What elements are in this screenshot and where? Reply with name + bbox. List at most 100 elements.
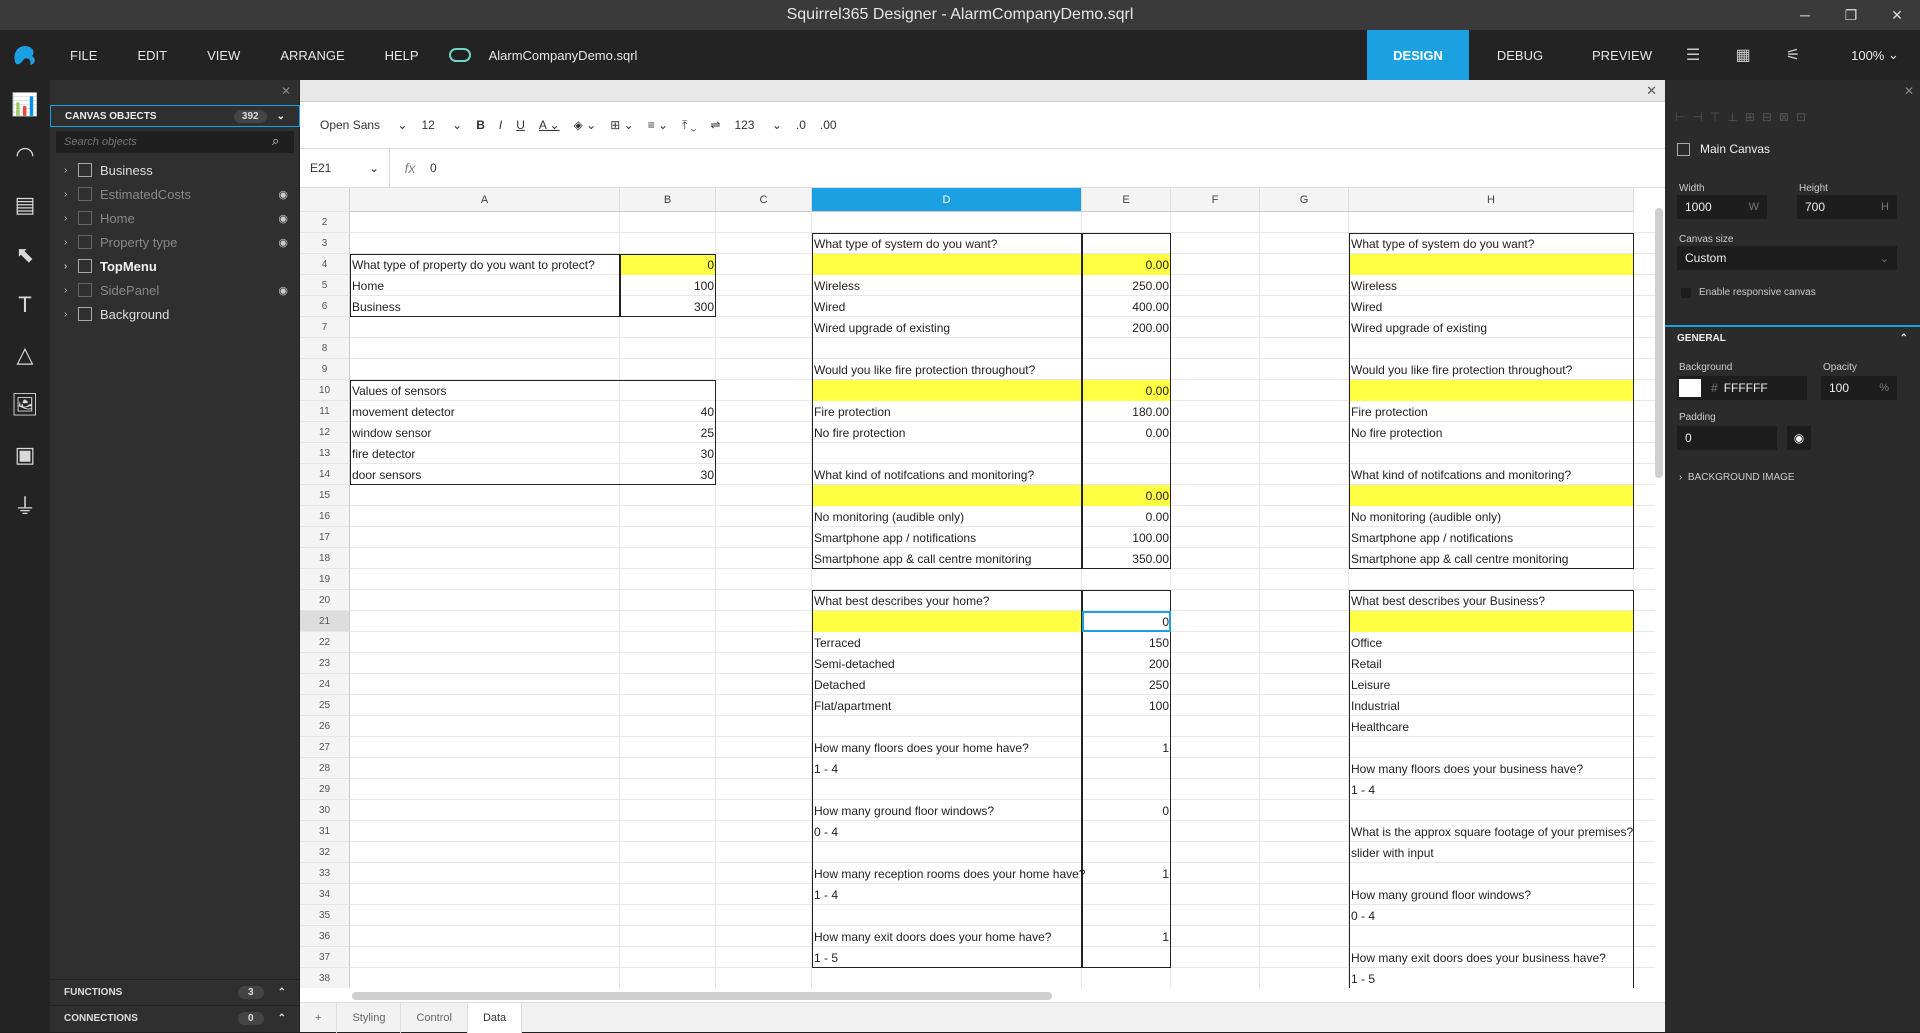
cell[interactable]: How many floors does your business have? xyxy=(1349,758,1634,779)
column-header[interactable]: C xyxy=(716,188,812,212)
cell[interactable]: 1 - 5 xyxy=(1349,968,1634,988)
menu-view[interactable]: VIEW xyxy=(187,30,260,80)
row-header[interactable]: 22 xyxy=(300,632,350,653)
underline-icon[interactable]: U xyxy=(516,118,525,132)
functions-section[interactable]: FUNCTIONS 3 ⌃ xyxy=(50,979,300,1005)
cell[interactable]: Business xyxy=(350,296,620,317)
image-icon[interactable]: 🖼 xyxy=(0,380,50,430)
row-header[interactable]: 19 xyxy=(300,569,350,590)
italic-icon[interactable]: I xyxy=(499,118,502,132)
row-header[interactable]: 12 xyxy=(300,422,350,443)
row-header[interactable]: 8 xyxy=(300,338,350,359)
row-header[interactable]: 34 xyxy=(300,884,350,905)
cell[interactable]: 1 - 5 xyxy=(812,947,1082,968)
row-header[interactable]: 23 xyxy=(300,653,350,674)
hidden-eye-icon[interactable]: ◉ xyxy=(278,188,288,201)
cell[interactable]: Smartphone app & call centre monitoring xyxy=(812,548,1082,569)
row-header[interactable]: 18 xyxy=(300,548,350,569)
list-icon[interactable]: ☰ xyxy=(1668,30,1718,80)
cell[interactable]: Wireless xyxy=(812,275,1082,296)
cell[interactable]: 0 xyxy=(1082,800,1171,821)
padding-field[interactable]: 0 xyxy=(1677,426,1777,450)
cell[interactable]: What best describes your Business? xyxy=(1349,590,1634,611)
close-icon[interactable]: ✕ xyxy=(1874,0,1920,30)
column-header[interactable]: B xyxy=(620,188,716,212)
borders-icon[interactable]: ⊞ ⌄ xyxy=(610,118,633,132)
checkbox-icon[interactable] xyxy=(1681,287,1691,298)
search-icon[interactable]: ⌕ xyxy=(272,133,279,149)
close-icon[interactable]: ✕ xyxy=(281,84,291,98)
cell[interactable]: Healthcare xyxy=(1349,716,1634,737)
row-header[interactable]: 28 xyxy=(300,758,350,779)
column-header[interactable]: G xyxy=(1260,188,1349,212)
cell[interactable]: Values of sensors xyxy=(350,380,620,401)
cell[interactable]: What kind of notifcations and monitoring… xyxy=(1349,464,1634,485)
cell[interactable]: Office xyxy=(1349,632,1634,653)
cell[interactable]: Wired xyxy=(1349,296,1634,317)
cell[interactable]: 0.00 xyxy=(1082,485,1171,506)
width-field[interactable]: 1000 W xyxy=(1677,195,1767,219)
cell[interactable]: How many exit doors does your business h… xyxy=(1349,947,1634,968)
row-header[interactable]: 10 xyxy=(300,380,350,401)
cell[interactable]: window sensor xyxy=(350,422,620,443)
height-field[interactable]: 700 H xyxy=(1797,195,1897,219)
cell[interactable]: Semi-detached xyxy=(812,653,1082,674)
row-header[interactable]: 24 xyxy=(300,674,350,695)
cell[interactable]: How many floors does your home have? xyxy=(812,737,1082,758)
decrease-decimal-icon[interactable]: .0 xyxy=(796,118,806,132)
cell-reference[interactable]: E21 ⌄ xyxy=(300,148,390,188)
cell[interactable]: 100 xyxy=(620,275,716,296)
search-input[interactable] xyxy=(56,131,294,153)
add-sheet-button[interactable]: + xyxy=(300,1002,338,1033)
sheet-tab[interactable]: Styling xyxy=(337,1002,402,1033)
font-size-dropdown[interactable]: 12 ⌄ xyxy=(421,118,462,132)
cell[interactable]: What kind of notifcations and monitoring… xyxy=(812,464,1082,485)
cell[interactable]: 1 xyxy=(1082,863,1171,884)
cell[interactable]: slider with input xyxy=(1349,842,1634,863)
chevron-right-icon[interactable]: › xyxy=(64,165,76,176)
cell[interactable]: 1 - 4 xyxy=(812,758,1082,779)
row-header[interactable]: 33 xyxy=(300,863,350,884)
cell[interactable]: What type of system do you want? xyxy=(812,233,1082,254)
cell[interactable]: 1 xyxy=(1082,737,1171,758)
row-header[interactable]: 14 xyxy=(300,464,350,485)
cell[interactable]: 25 xyxy=(620,422,716,443)
menu-help[interactable]: HELP xyxy=(365,30,439,80)
align-icon[interactable]: ≡ ⌄ xyxy=(648,118,668,132)
cell[interactable]: Smartphone app / notifications xyxy=(1349,527,1634,548)
hidden-eye-icon[interactable]: ◉ xyxy=(278,284,288,297)
opacity-field[interactable]: 100% xyxy=(1821,376,1897,400)
cell[interactable]: How many exit doors does your home have? xyxy=(812,926,1082,947)
cell[interactable]: 200 xyxy=(1082,653,1171,674)
chevron-right-icon[interactable]: › xyxy=(64,213,76,224)
cell[interactable]: 40 xyxy=(620,401,716,422)
minimize-icon[interactable]: ─ xyxy=(1782,0,1828,30)
row-header[interactable]: 11 xyxy=(300,401,350,422)
fill-color-icon[interactable]: ◈ ⌄ xyxy=(574,118,597,132)
cell[interactable]: movement detector xyxy=(350,401,620,422)
cell[interactable]: 1 - 4 xyxy=(812,884,1082,905)
chevron-right-icon[interactable]: › xyxy=(64,261,76,272)
cell[interactable]: Smartphone app & call centre monitoring xyxy=(1349,548,1634,569)
zoom-dropdown[interactable]: 100% ⌄ xyxy=(1830,30,1920,80)
row-header[interactable]: 36 xyxy=(300,926,350,947)
pointer-icon[interactable]: ⬉ xyxy=(0,230,50,280)
chevron-right-icon[interactable]: › xyxy=(64,285,76,296)
cell[interactable]: Fire protection xyxy=(1349,401,1634,422)
cell[interactable]: What type of property do you want to pro… xyxy=(350,254,620,275)
menu-arrange[interactable]: ARRANGE xyxy=(260,30,364,80)
sliders-icon[interactable]: ⚟ xyxy=(1768,30,1818,80)
tree-item[interactable]: › Property type ◉ xyxy=(50,230,300,254)
restore-icon[interactable]: ❐ xyxy=(1828,0,1874,30)
cell[interactable]: 0.00 xyxy=(1082,254,1171,275)
chevron-down-icon[interactable]: ⌄ xyxy=(277,111,285,122)
table-icon[interactable]: ▦ xyxy=(1718,30,1768,80)
cell[interactable]: Wireless xyxy=(1349,275,1634,296)
cell[interactable]: Smartphone app / notifications xyxy=(812,527,1082,548)
hidden-eye-icon[interactable]: ◉ xyxy=(278,236,288,249)
tree-item[interactable]: › Home ◉ xyxy=(50,206,300,230)
chevron-up-icon[interactable]: ⌃ xyxy=(278,1013,286,1024)
cell[interactable]: 250.00 xyxy=(1082,275,1171,296)
chevron-up-icon[interactable]: ⌃ xyxy=(278,987,286,998)
cell[interactable]: Wired upgrade of existing xyxy=(812,317,1082,338)
